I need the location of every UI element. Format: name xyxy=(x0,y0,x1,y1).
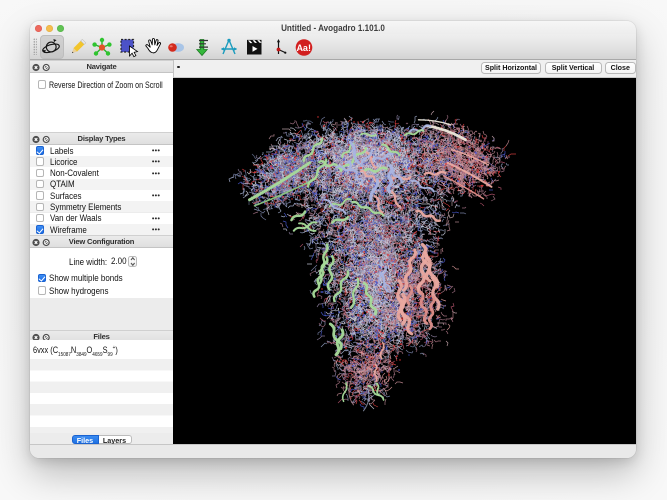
svg-text:Aa!: Aa! xyxy=(296,42,311,52)
